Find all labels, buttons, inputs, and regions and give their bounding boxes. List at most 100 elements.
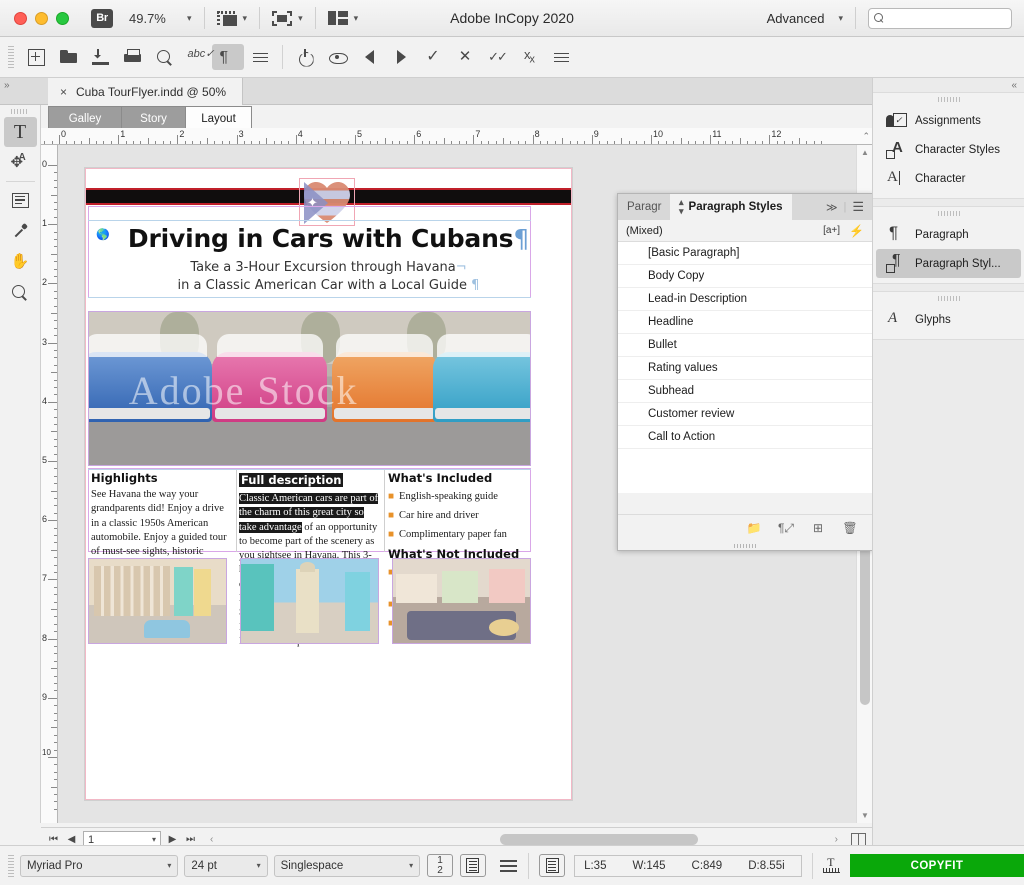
new-style-icon[interactable]: ⊞ xyxy=(810,521,826,536)
horizontal-ruler[interactable]: ⌃ 0 1 2 3 4 5 6 7 8 9 10 11 12 xyxy=(41,128,872,145)
font-size-select[interactable]: 24 pt ▾ xyxy=(184,854,268,877)
font-family-select[interactable]: Myriad Pro ▾ xyxy=(19,854,179,877)
story-tool[interactable] xyxy=(4,185,37,215)
screen-mode-chevron-down-icon[interactable]: ▾ xyxy=(243,13,248,24)
view-options-chevron-down-icon[interactable]: ▾ xyxy=(298,13,303,24)
panel-menu-icon[interactable]: ☰ xyxy=(852,199,864,215)
chevron-down-icon[interactable]: ▾ xyxy=(247,861,261,870)
accept-all-changes-icon[interactable]: ✓✓ xyxy=(481,44,513,70)
arrange-documents-chevron-down-icon[interactable]: ▾ xyxy=(354,13,359,24)
collapse-tools-icon[interactable]: » xyxy=(4,80,10,91)
reject-change-icon[interactable]: ✕ xyxy=(449,44,481,70)
chevron-down-icon[interactable]: ▾ xyxy=(157,861,171,870)
track-changes-menu-icon[interactable] xyxy=(545,44,577,70)
print-icon[interactable] xyxy=(116,44,148,70)
numbering-button[interactable]: 12 xyxy=(427,854,453,877)
dock-item-assignments[interactable]: ✓ Assignments xyxy=(876,106,1021,135)
scroll-left-icon[interactable]: ‹ xyxy=(210,834,213,845)
clear-overrides-badge[interactable]: [a+] xyxy=(823,225,840,236)
ruler-collapse-icon[interactable]: ⌃ xyxy=(862,131,870,142)
page-chevron-down-icon[interactable]: ▾ xyxy=(152,835,156,844)
dock-group-grip[interactable] xyxy=(937,296,960,301)
search-box[interactable] xyxy=(868,7,1012,29)
gallery-photo-colonnade[interactable] xyxy=(88,558,227,644)
tab-paragraph-styles[interactable]: ▴ ▾ Paragraph Styles xyxy=(670,194,792,220)
toolbar-grip[interactable] xyxy=(8,46,14,68)
minimize-window-button[interactable] xyxy=(35,11,48,25)
new-document-icon[interactable] xyxy=(20,44,52,70)
last-page-icon[interactable]: ⏭ xyxy=(184,834,197,845)
scroll-right-icon[interactable]: › xyxy=(835,834,838,845)
dock-group-grip[interactable] xyxy=(937,211,960,216)
spell-check-icon[interactable]: abc✓ xyxy=(180,44,215,70)
list-item[interactable]: Bullet xyxy=(618,334,872,357)
accept-change-icon[interactable]: ✓ xyxy=(417,44,449,70)
next-page-icon[interactable]: ▶ xyxy=(166,834,179,845)
search-input[interactable] xyxy=(888,12,1006,24)
dock-item-character-styles[interactable]: Character Styles xyxy=(876,135,1021,164)
tools-grip[interactable] xyxy=(11,109,29,114)
bottombar-menu-icon[interactable] xyxy=(499,857,519,874)
scrollbar-track[interactable] xyxy=(224,834,824,845)
zoom-level-chevron-down-icon[interactable]: ▾ xyxy=(187,13,192,24)
maximize-window-button[interactable] xyxy=(56,11,69,25)
bulleted-list-button[interactable] xyxy=(459,854,486,877)
list-item[interactable]: Body Copy xyxy=(618,265,872,288)
clear-overrides-icon[interactable]: ¶⤢ xyxy=(778,521,794,536)
next-change-icon[interactable] xyxy=(385,44,417,70)
vertical-ruler[interactable]: 0 1 2 3 4 5 6 7 8 9 10 xyxy=(41,145,58,823)
list-item[interactable]: Headline xyxy=(618,311,872,334)
gallery-photo-street-tower[interactable] xyxy=(240,558,379,644)
view-options-button[interactable] xyxy=(272,10,293,26)
collapse-dock-icon[interactable]: « xyxy=(873,78,1024,92)
show-changes-icon[interactable] xyxy=(321,44,353,70)
scroll-down-icon[interactable]: ▼ xyxy=(861,811,869,820)
chevron-down-icon[interactable]: ▾ xyxy=(399,861,413,870)
type-tool[interactable]: T xyxy=(3,117,37,147)
screen-mode-button[interactable] xyxy=(216,10,237,26)
list-item[interactable]: Customer review xyxy=(618,403,872,426)
window-controls[interactable] xyxy=(0,11,69,25)
list-item[interactable]: Subhead xyxy=(618,380,872,403)
dock-group-grip[interactable] xyxy=(937,97,960,102)
delete-style-icon[interactable]: 🗑 xyxy=(842,521,858,536)
zoom-tool[interactable] xyxy=(4,278,37,308)
eyedropper-tool[interactable] xyxy=(4,216,37,246)
bottombar-grip[interactable] xyxy=(8,854,14,877)
quick-apply-icon[interactable]: ⚡ xyxy=(849,224,864,238)
dock-item-character[interactable]: Character xyxy=(876,164,1021,193)
arrange-documents-button[interactable] xyxy=(327,11,348,25)
hero-photo-classic-cars[interactable]: Adobe Stock xyxy=(88,311,531,466)
reject-all-changes-icon[interactable]: xx xyxy=(513,44,545,70)
tab-paragraph[interactable]: Paragr xyxy=(618,194,670,220)
leading-select[interactable]: Singlespace ▾ xyxy=(273,854,421,877)
first-page-icon[interactable]: ⏮ xyxy=(47,834,60,845)
panel-resize-grip[interactable] xyxy=(618,541,872,550)
toolbar-menu-icon[interactable] xyxy=(244,44,276,70)
new-style-group-icon[interactable]: 📁 xyxy=(746,521,762,536)
paragraph-styles-panel[interactable]: Paragr ▴ ▾ Paragraph Styles ≫ | ☰ (Mixed)… xyxy=(617,193,873,551)
close-icon[interactable]: × xyxy=(60,85,67,99)
text-frame-options-button[interactable] xyxy=(539,854,566,877)
dock-item-paragraph-styles[interactable]: Paragraph Styl... xyxy=(876,249,1021,278)
scrollbar-thumb[interactable] xyxy=(500,834,698,845)
list-item[interactable]: Lead-in Description xyxy=(618,288,872,311)
workspace-chevron-down-icon[interactable]: ▾ xyxy=(838,13,843,24)
expand-panel-icon[interactable]: ≫ xyxy=(826,201,838,214)
document-tab[interactable]: × Cuba TourFlyer.indd @ 50% xyxy=(48,78,244,105)
document-page[interactable]: ✦ 🌎 Driving in Cars with Cubans¶ Take a … xyxy=(85,168,572,800)
paragraph-styles-list[interactable]: [Basic Paragraph] Body Copy Lead-in Desc… xyxy=(618,242,872,493)
track-changes-icon[interactable] xyxy=(289,44,321,70)
hand-tool[interactable]: ✋ xyxy=(4,247,37,277)
bridge-icon[interactable]: Br xyxy=(91,8,113,28)
find-replace-icon[interactable] xyxy=(148,44,180,70)
gallery-photo-men-table[interactable] xyxy=(392,558,531,644)
close-window-button[interactable] xyxy=(14,11,27,25)
scroll-up-icon[interactable]: ▲ xyxy=(861,148,869,157)
previous-page-icon[interactable]: ◀ xyxy=(65,834,78,845)
list-item[interactable]: Call to Action xyxy=(618,426,872,449)
list-item[interactable]: Rating values xyxy=(618,357,872,380)
dock-item-glyphs[interactable]: Glyphs xyxy=(876,305,1021,334)
open-folder-icon[interactable] xyxy=(52,44,84,70)
list-item[interactable]: [Basic Paragraph] xyxy=(618,242,872,265)
